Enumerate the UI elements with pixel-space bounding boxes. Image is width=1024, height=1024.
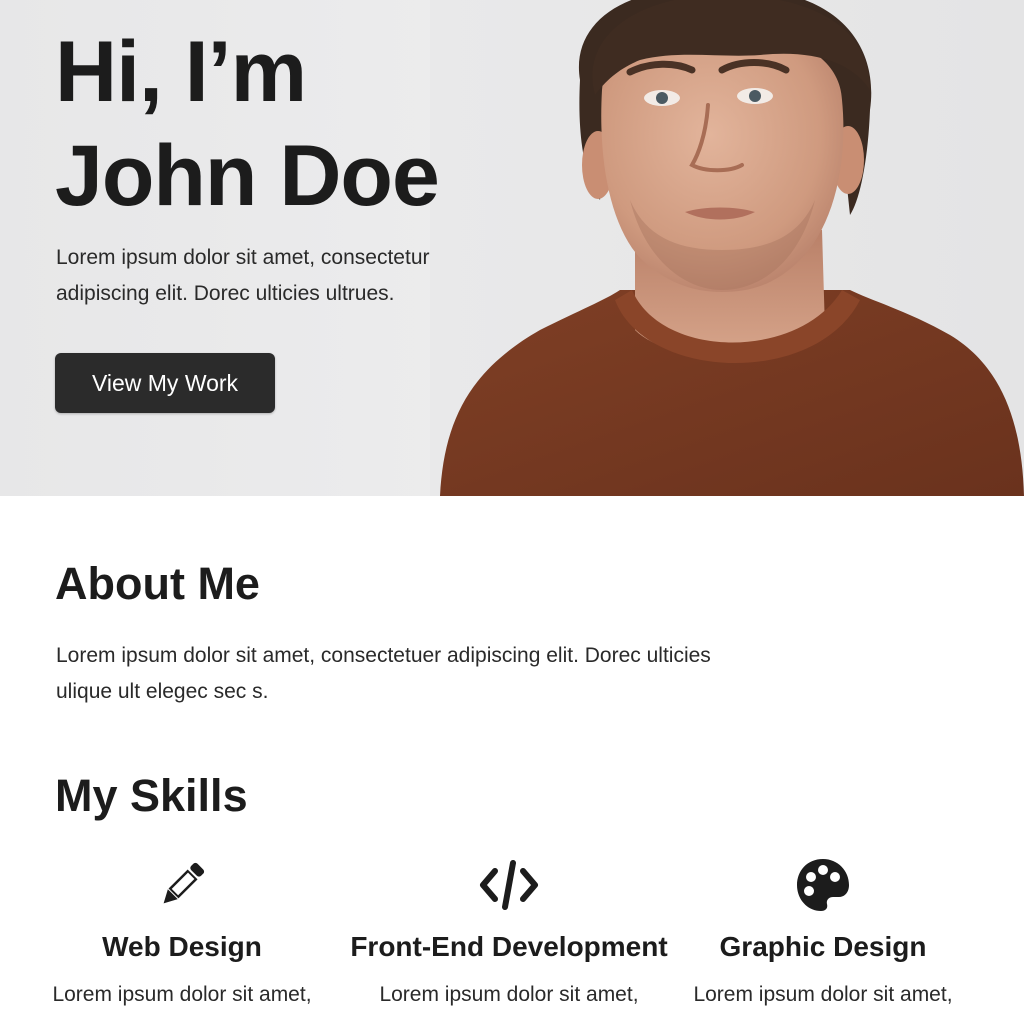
about-text: Lorem ipsum dolor sit amet, consectetuer… <box>56 644 711 703</box>
hero-heading-line1: Hi, I’m <box>55 24 307 120</box>
skill-description: Lorem ipsum dolor sit amet, <box>379 983 639 1006</box>
view-my-work-button[interactable]: View My Work <box>55 353 275 413</box>
hero-heading-line2: John Doe <box>55 128 440 224</box>
hero-description: Lorem ipsum dolor sit amet, consectetur … <box>56 246 430 305</box>
pencil-icon <box>152 855 212 915</box>
skill-title: Front-End Development <box>350 931 668 962</box>
hero-heading: Hi, I’m John Doe <box>55 20 440 228</box>
portfolio-page: Hi, I’m John Doe Lorem ipsum dolor sit a… <box>0 0 1024 1024</box>
skill-description: Lorem ipsum dolor sit amet, <box>693 983 953 1006</box>
code-icon <box>479 855 539 915</box>
skill-card-graphic-design: Graphic Design Lorem ipsum dolor sit ame… <box>658 855 988 1011</box>
about-heading: About Me <box>55 558 260 609</box>
skills-heading: My Skills <box>55 770 248 821</box>
hero-section: Hi, I’m John Doe Lorem ipsum dolor sit a… <box>0 0 1024 496</box>
portrait-photo <box>430 0 1024 496</box>
skill-title: Web Design <box>102 931 262 962</box>
palette-icon <box>793 855 853 915</box>
skill-description: Lorem ipsum dolor sit amet, <box>52 983 312 1006</box>
skill-card-front-end-development: Front-End Development Lorem ipsum dolor … <box>344 855 674 1011</box>
skill-card-web-design: Web Design Lorem ipsum dolor sit amet, <box>17 855 347 1011</box>
skill-title: Graphic Design <box>719 931 927 962</box>
